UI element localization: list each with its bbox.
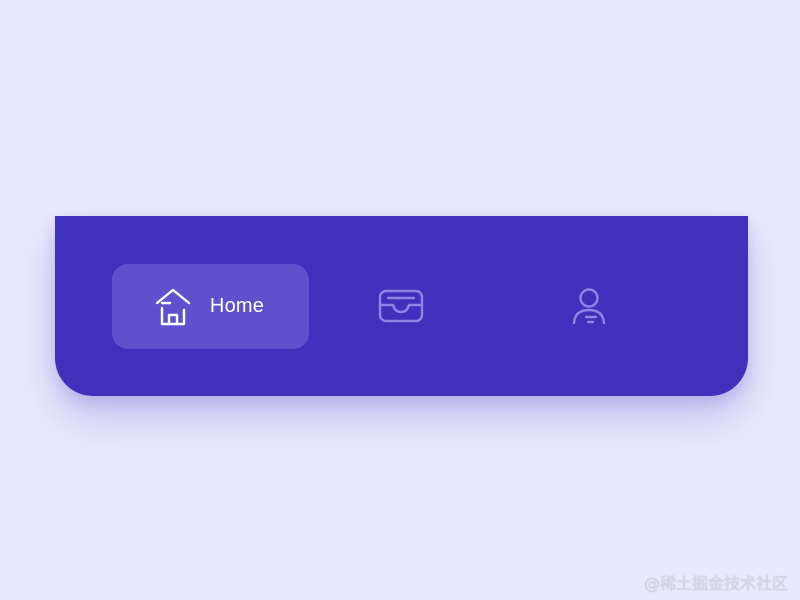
watermark-text: @稀土掘金技术社区 — [643, 574, 788, 593]
inbox-icon — [377, 288, 425, 324]
tab-inbox[interactable] — [355, 268, 447, 344]
tab-home-label: Home — [209, 295, 265, 317]
tab-home[interactable]: Home — [112, 264, 309, 349]
canvas: Home @稀土掘金技术社区 — [0, 0, 800, 600]
tab-profile[interactable] — [543, 268, 635, 344]
user-icon — [567, 286, 611, 326]
bottom-tab-bar: Home — [55, 216, 748, 396]
home-icon — [153, 286, 193, 328]
